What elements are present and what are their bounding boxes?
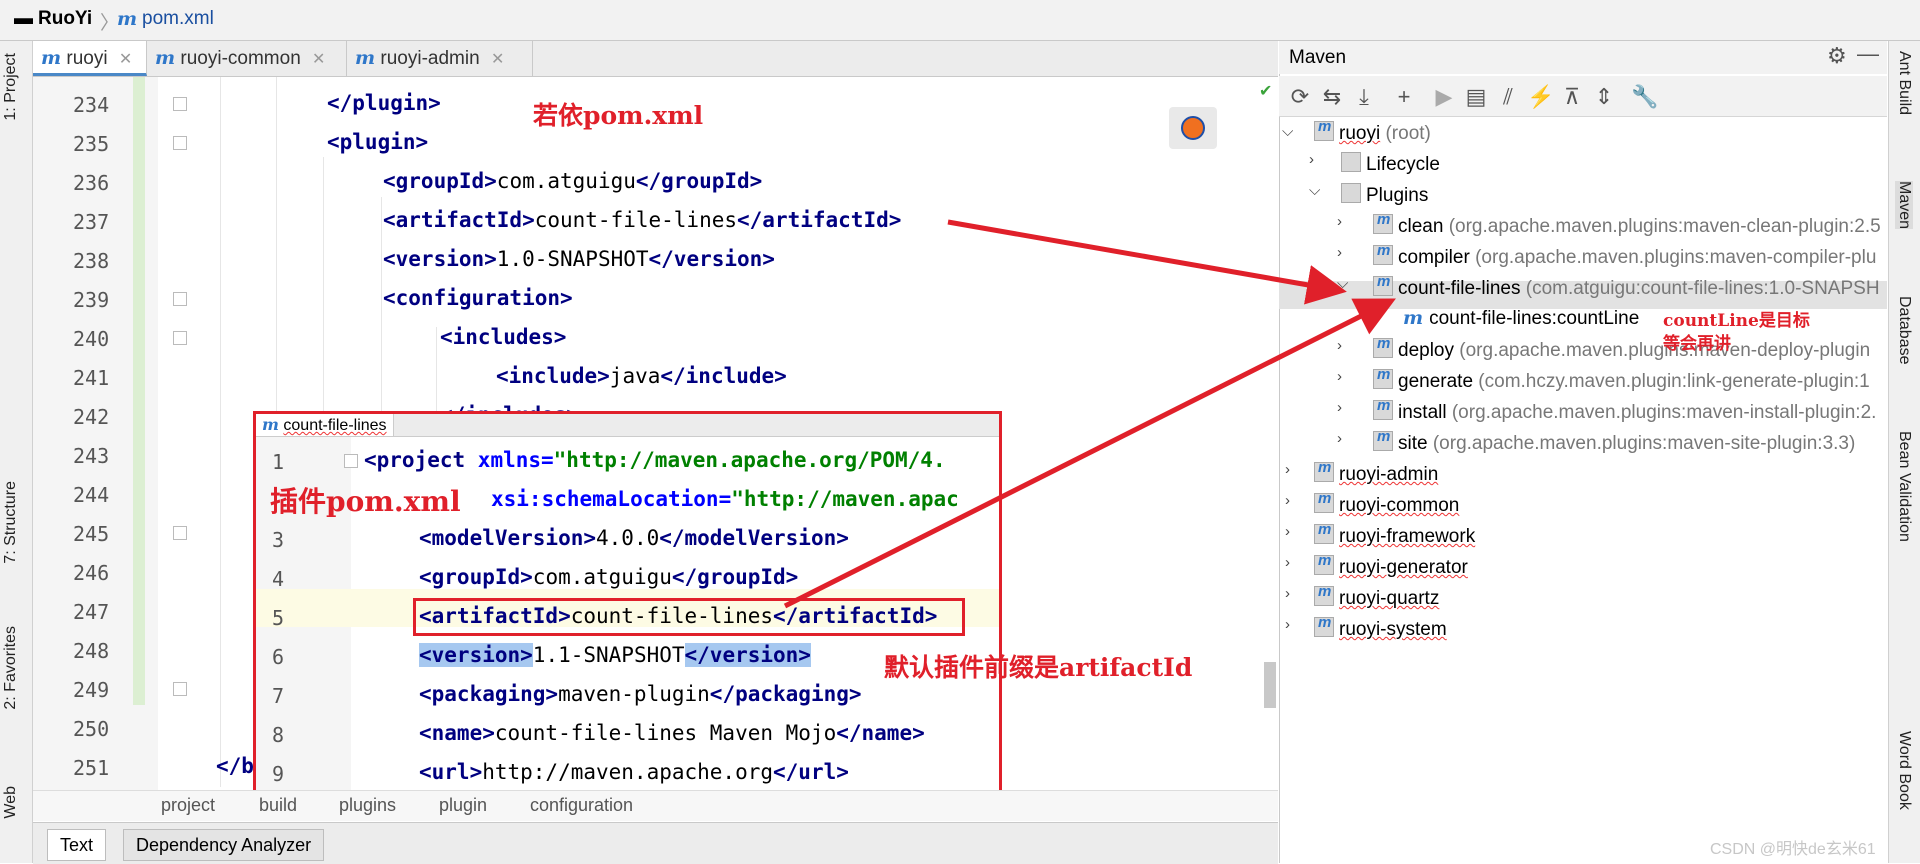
annotation-arrows: [783, 219, 1396, 609]
watermark: CSDN @明快de玄米61: [1710, 841, 1876, 858]
arrow-plugin-pom-to-plugin: [783, 298, 1396, 609]
arrow-artifactid-to-plugin: [947, 219, 1347, 305]
